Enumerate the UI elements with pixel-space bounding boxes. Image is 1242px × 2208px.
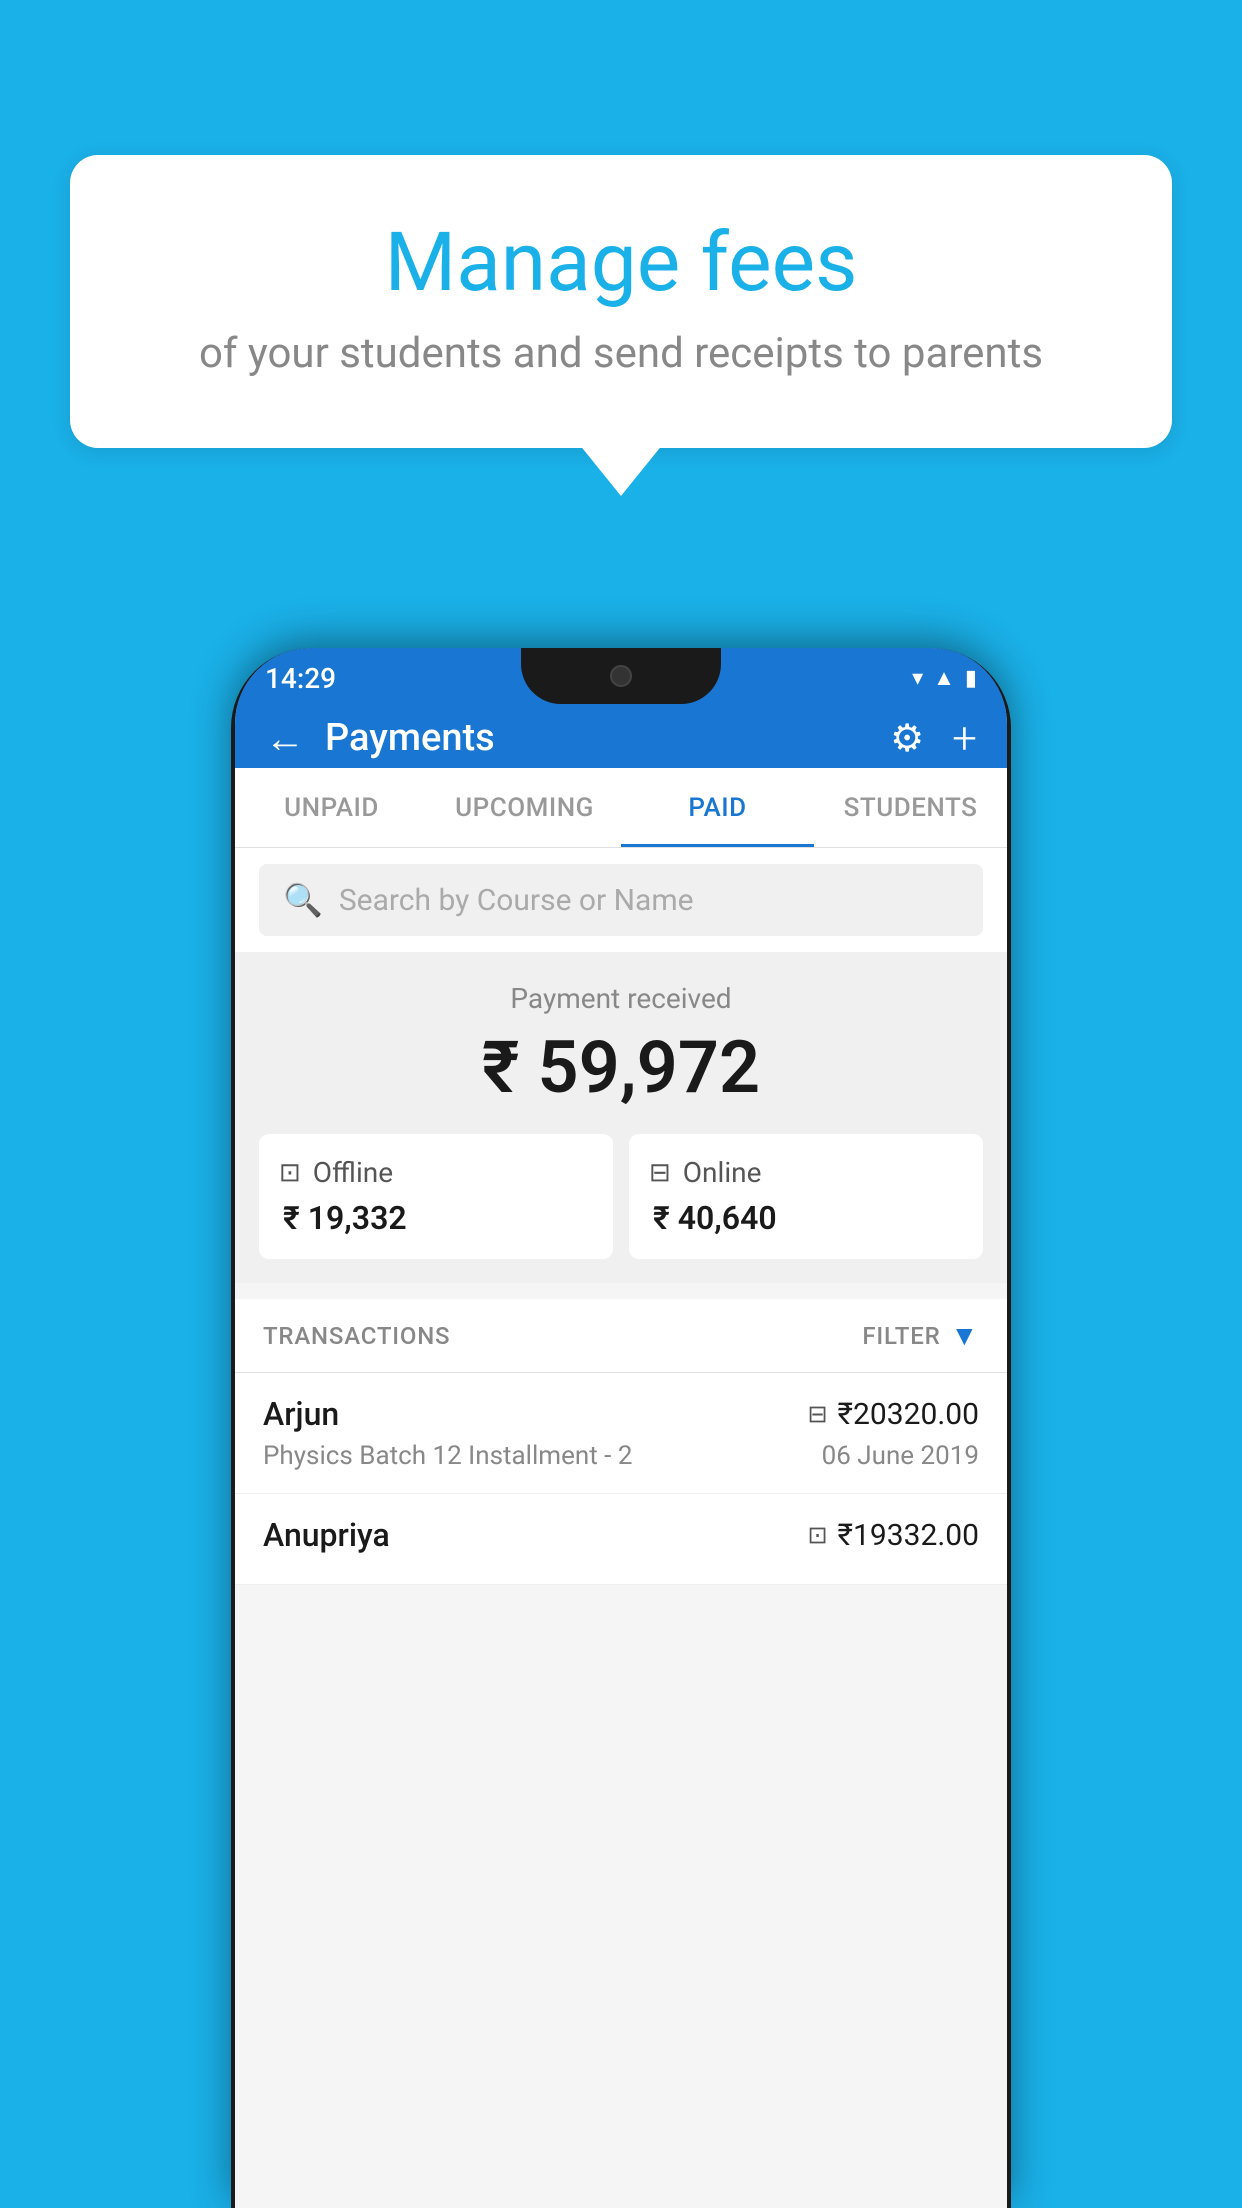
- speech-bubble: Manage fees of your students and send re…: [70, 155, 1172, 448]
- battery-icon: ▮: [965, 666, 977, 691]
- bubble-subtitle: of your students and send receipts to pa…: [150, 329, 1092, 378]
- offline-label: Offline: [313, 1156, 393, 1189]
- filter-button[interactable]: FILTER ▼: [862, 1319, 979, 1352]
- txn-course: Physics Batch 12 Installment - 2: [263, 1441, 632, 1471]
- payment-received-label: Payment received: [259, 982, 983, 1015]
- online-amount: ₹ 40,640: [649, 1199, 963, 1237]
- online-icon: ⊟: [649, 1158, 671, 1188]
- txn-payment-icon: ⊟: [807, 1400, 827, 1428]
- txn-top-2: Anupriya ⊡ ₹19332.00: [263, 1516, 979, 1554]
- search-placeholder: Search by Course or Name: [339, 883, 694, 918]
- search-bar[interactable]: 🔍 Search by Course or Name: [259, 864, 983, 936]
- back-button[interactable]: ←: [265, 715, 305, 762]
- offline-card: ⊡ Offline ₹ 19,332: [259, 1134, 613, 1259]
- header-title: Payments: [325, 716, 890, 760]
- status-icons: ▾ ▲ ▮: [912, 665, 977, 691]
- wifi-icon: ▾: [912, 666, 923, 691]
- tabs-bar: UNPAID UPCOMING PAID STUDENTS: [235, 768, 1007, 848]
- txn-name-2: Anupriya: [263, 1516, 390, 1554]
- txn-name: Arjun: [263, 1395, 339, 1433]
- txn-amount: ₹20320.00: [838, 1397, 979, 1432]
- settings-icon[interactable]: ⚙: [890, 716, 924, 761]
- txn-bottom: Physics Batch 12 Installment - 2 06 June…: [263, 1441, 979, 1471]
- offline-amount: ₹ 19,332: [279, 1199, 593, 1237]
- transactions-label: TRANSACTIONS: [263, 1322, 450, 1350]
- search-icon: 🔍: [283, 881, 323, 919]
- payment-total-amount: ₹ 59,972: [259, 1025, 983, 1110]
- app-screen: 14:29 ▾ ▲ ▮ ← Payments ⚙ + UNPAID UPCOMI…: [235, 648, 1007, 2208]
- txn-amount-wrapper: ⊟ ₹20320.00: [807, 1397, 979, 1432]
- signal-icon: ▲: [933, 665, 955, 691]
- payment-cards: ⊡ Offline ₹ 19,332 ⊟ Online ₹ 40,640: [259, 1134, 983, 1259]
- txn-top: Arjun ⊟ ₹20320.00: [263, 1395, 979, 1433]
- transaction-row-2[interactable]: Anupriya ⊡ ₹19332.00: [235, 1494, 1007, 1585]
- phone-frame: 14:29 ▾ ▲ ▮ ← Payments ⚙ + UNPAID UPCOMI…: [231, 648, 1011, 2208]
- txn-amount-2: ₹19332.00: [838, 1518, 979, 1553]
- camera: [610, 665, 632, 687]
- txn-date: 06 June 2019: [822, 1441, 979, 1471]
- transactions-header: TRANSACTIONS FILTER ▼: [235, 1299, 1007, 1373]
- tab-unpaid[interactable]: UNPAID: [235, 768, 428, 847]
- notch: [521, 648, 721, 704]
- tab-students[interactable]: STUDENTS: [814, 768, 1007, 847]
- txn-amount-wrapper-2: ⊡ ₹19332.00: [807, 1518, 979, 1553]
- offline-icon: ⊡: [279, 1158, 301, 1188]
- header-actions: ⚙ +: [890, 712, 977, 764]
- online-label: Online: [683, 1156, 762, 1189]
- tab-upcoming[interactable]: UPCOMING: [428, 768, 621, 847]
- tab-paid[interactable]: PAID: [621, 768, 814, 847]
- status-time: 14:29: [265, 662, 336, 695]
- add-button[interactable]: +: [952, 712, 977, 764]
- online-card: ⊟ Online ₹ 40,640: [629, 1134, 983, 1259]
- filter-icon: ▼: [950, 1319, 979, 1352]
- search-container: 🔍 Search by Course or Name: [235, 848, 1007, 952]
- speech-bubble-wrapper: Manage fees of your students and send re…: [70, 155, 1172, 448]
- online-card-header: ⊟ Online: [649, 1156, 963, 1189]
- transaction-row[interactable]: Arjun ⊟ ₹20320.00 Physics Batch 12 Insta…: [235, 1373, 1007, 1494]
- txn-payment-icon-2: ⊡: [807, 1521, 827, 1549]
- offline-card-header: ⊡ Offline: [279, 1156, 593, 1189]
- bubble-title: Manage fees: [150, 215, 1092, 311]
- filter-label: FILTER: [862, 1322, 940, 1350]
- payment-summary: Payment received ₹ 59,972 ⊡ Offline ₹ 19…: [235, 952, 1007, 1283]
